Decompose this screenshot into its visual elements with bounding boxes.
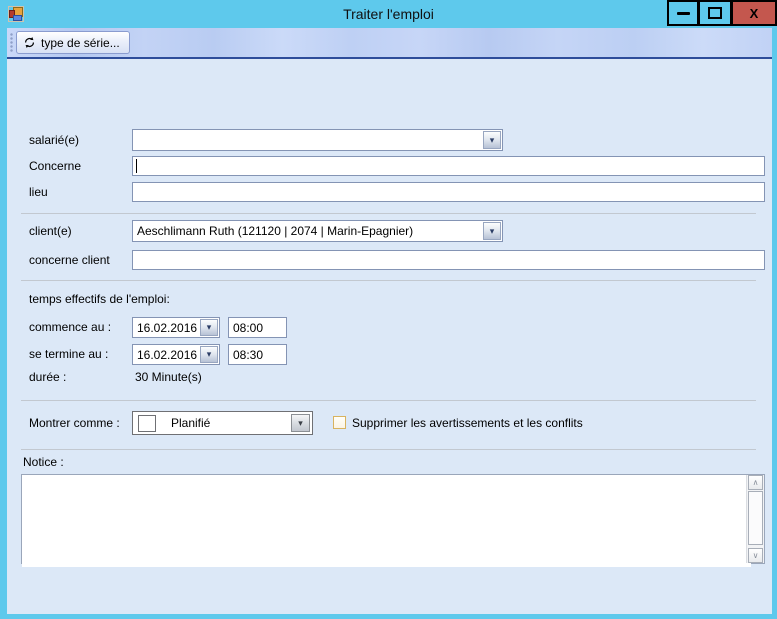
notice-textarea[interactable] bbox=[22, 475, 751, 567]
commence-date-value: 16.02.2016 bbox=[137, 318, 199, 337]
commence-date-picker[interactable]: 16.02.2016 ▾ bbox=[132, 317, 220, 338]
montrer-dropdown[interactable]: Planifié ▾ bbox=[132, 411, 313, 435]
montrer-value: Planifié bbox=[171, 412, 210, 434]
commence-date-dropdown-arrow-icon[interactable]: ▾ bbox=[200, 319, 218, 336]
client-combobox[interactable]: Aeschlimann Ruth (121120 | 2074 | Marin-… bbox=[132, 220, 503, 242]
series-type-button[interactable]: type de série... bbox=[16, 31, 130, 54]
concerne-input[interactable] bbox=[132, 156, 765, 176]
scroll-down-icon[interactable]: ∨ bbox=[748, 548, 763, 563]
client-label: client(e) bbox=[29, 220, 72, 242]
toolbar-grip[interactable] bbox=[10, 33, 13, 52]
section-divider bbox=[21, 213, 756, 214]
termine-time-input[interactable] bbox=[228, 344, 287, 365]
scroll-up-icon[interactable]: ∧ bbox=[748, 475, 763, 490]
concerne-label: Concerne bbox=[29, 156, 81, 176]
notice-scrollbar[interactable]: ∧ ∨ bbox=[746, 475, 764, 563]
salarie-combobox[interactable]: ▾ bbox=[132, 129, 503, 151]
refresh-icon bbox=[23, 36, 36, 49]
termine-date-dropdown-arrow-icon[interactable]: ▾ bbox=[200, 346, 218, 363]
maximize-button[interactable] bbox=[698, 0, 731, 26]
section-divider bbox=[21, 280, 756, 281]
window-controls: X bbox=[667, 0, 777, 26]
duree-value: 30 Minute(s) bbox=[135, 368, 202, 386]
toolbar: type de série... bbox=[7, 28, 772, 57]
maximize-icon bbox=[708, 7, 722, 19]
termine-label: se termine au : bbox=[29, 344, 108, 365]
notice-label: Notice : bbox=[23, 454, 64, 470]
salarie-label: salarié(e) bbox=[29, 129, 79, 151]
section-divider bbox=[21, 400, 756, 401]
titlebar[interactable]: Traiter l'emploi X bbox=[0, 0, 777, 28]
termine-date-value: 16.02.2016 bbox=[137, 345, 199, 364]
close-icon: X bbox=[750, 6, 759, 21]
concerne-client-label: concerne client bbox=[29, 250, 110, 270]
montrer-label: Montrer comme : bbox=[29, 411, 120, 435]
concerne-client-input[interactable] bbox=[132, 250, 765, 270]
dialog-window: Traiter l'emploi X type de série... bbox=[0, 0, 777, 619]
series-type-button-label: type de série... bbox=[41, 36, 120, 50]
form-panel: salarié(e) ▾ Concerne lieu client(e) Aes… bbox=[7, 59, 772, 614]
termine-date-picker[interactable]: 16.02.2016 ▾ bbox=[132, 344, 220, 365]
close-button[interactable]: X bbox=[731, 0, 777, 26]
client-value: Aeschlimann Ruth (121120 | 2074 | Marin-… bbox=[137, 221, 482, 241]
status-color-swatch bbox=[138, 415, 156, 432]
minimize-button[interactable] bbox=[667, 0, 698, 26]
salarie-value bbox=[137, 130, 482, 150]
commence-time-input[interactable] bbox=[228, 317, 287, 338]
scrollbar-thumb[interactable] bbox=[748, 491, 763, 545]
temps-section-label: temps effectifs de l'emploi: bbox=[29, 290, 170, 308]
window-title: Traiter l'emploi bbox=[0, 0, 777, 28]
duree-label: durée : bbox=[29, 368, 66, 386]
commence-label: commence au : bbox=[29, 317, 111, 338]
minimize-icon bbox=[677, 12, 690, 15]
salarie-dropdown-arrow-icon[interactable]: ▾ bbox=[483, 131, 501, 149]
client-dropdown-arrow-icon[interactable]: ▾ bbox=[483, 222, 501, 240]
section-divider bbox=[21, 449, 756, 450]
lieu-input[interactable] bbox=[132, 182, 765, 202]
text-caret bbox=[136, 159, 137, 173]
notice-box: ∧ ∨ bbox=[21, 474, 765, 564]
montrer-dropdown-arrow-icon[interactable]: ▾ bbox=[291, 414, 310, 432]
lieu-label: lieu bbox=[29, 182, 48, 202]
suppress-warnings-checkbox[interactable] bbox=[333, 416, 346, 429]
suppress-warnings-label: Supprimer les avertissements et les conf… bbox=[352, 411, 583, 435]
